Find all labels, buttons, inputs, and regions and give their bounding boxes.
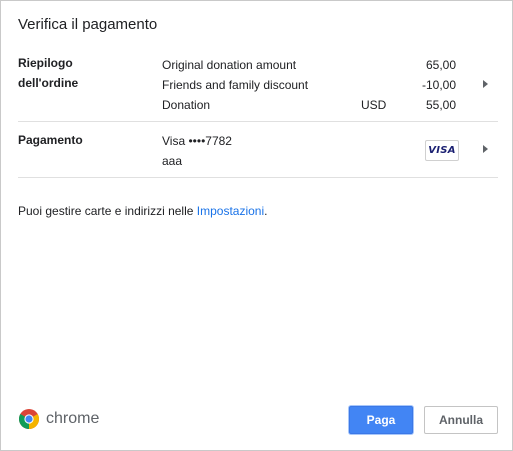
payment-request-dialog: Verifica il pagamento Riepilogo dell'ord… <box>0 0 513 451</box>
line-item-description: Original donation amount <box>162 58 297 72</box>
card-number: Visa ••••7782 <box>162 134 232 148</box>
cardholder-name: aaa <box>162 154 183 168</box>
payment-label: Pagamento <box>18 133 83 147</box>
section-divider <box>18 177 498 178</box>
total-amount: 55,00 <box>425 98 456 112</box>
pay-button[interactable]: Paga <box>349 406 413 434</box>
order-summary-label-line2: dell'ordine <box>18 76 79 90</box>
total-description: Donation <box>162 98 211 112</box>
total-currency: USD <box>361 98 387 112</box>
order-summary-label-line1: Riepilogo <box>18 56 73 70</box>
line-item-amount: -10,00 <box>421 78 456 92</box>
section-divider <box>18 121 498 122</box>
chrome-branding: chrome <box>18 408 99 430</box>
payment-chevron-right-icon[interactable] <box>483 145 488 153</box>
dialog-title: Verifica il pagamento <box>18 16 158 33</box>
settings-link[interactable]: Impostazioni <box>197 204 264 218</box>
line-item-amount: 65,00 <box>425 58 456 72</box>
chrome-brand-text: chrome <box>46 410 100 427</box>
visa-logo-icon: VISA <box>425 140 459 161</box>
chrome-logo-icon <box>19 409 39 429</box>
line-item-description: Friends and family discount <box>162 78 309 92</box>
order-summary-chevron-right-icon[interactable] <box>483 80 488 88</box>
order-summary-label: Riepilogo dell'ordine <box>18 53 78 93</box>
info-text-end: . <box>264 204 268 218</box>
cancel-button[interactable]: Annulla <box>424 406 498 434</box>
manage-info-text: Puoi gestire carte e indirizzi nelle Imp… <box>18 204 267 218</box>
info-text: Puoi gestire carte e indirizzi nelle <box>18 204 197 218</box>
